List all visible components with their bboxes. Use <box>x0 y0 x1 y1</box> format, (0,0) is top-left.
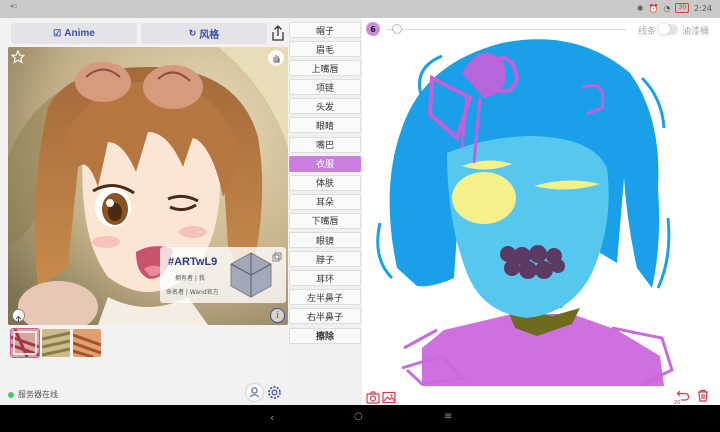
history-thumbnail[interactable] <box>73 329 101 357</box>
character-card: #ARTwL9 拥有者 | 我 命名者 | Wand官方 <box>160 247 286 303</box>
share-icon[interactable] <box>270 24 286 42</box>
part-button[interactable]: 耳环 <box>289 270 361 287</box>
server-status: 服务器在线 <box>8 389 58 400</box>
status-bar: ⁴ᴳ ✱ ⏰ ◔ 30 2:24 <box>0 0 720 18</box>
star-icon[interactable] <box>11 50 25 64</box>
part-list: 帽子眉毛上嘴唇项链头发眼睛嘴巴衣服体肤耳朵下嘴唇眼镜脖子耳环左半鼻子右半鼻子擦除 <box>289 22 361 347</box>
card-owner: 拥有者 | 我 <box>175 275 205 282</box>
style-button[interactable]: ↻ 风格 <box>141 23 267 44</box>
part-button[interactable]: 眼睛 <box>289 117 361 134</box>
info-icon[interactable]: i <box>270 308 285 323</box>
part-button[interactable]: 上嘴唇 <box>289 60 361 77</box>
part-button[interactable]: 项链 <box>289 79 361 96</box>
clock: 2:24 <box>694 3 712 13</box>
upload-button[interactable] <box>12 309 25 322</box>
camera-icon[interactable] <box>366 391 380 404</box>
part-button[interactable]: 左半鼻子 <box>289 289 361 306</box>
checkbox-icon: ☑ <box>53 28 62 38</box>
recents-icon[interactable]: ≡ <box>444 411 452 422</box>
anime-button[interactable]: ☑ Anime <box>11 23 137 44</box>
user-icon <box>249 387 260 398</box>
part-button[interactable]: 耳朵 <box>289 193 361 210</box>
online-indicator-icon <box>8 391 14 398</box>
sketch-left-eye <box>452 172 516 224</box>
home-icon[interactable]: ○ <box>354 411 363 422</box>
part-button[interactable]: 衣服 <box>289 155 361 172</box>
user-button[interactable] <box>246 384 263 401</box>
bluetooth-icon: ✱ <box>636 3 644 13</box>
drawing-panel: 6 线条 油漆桶 20 <box>362 18 720 406</box>
wifi-icon: ◔ <box>663 3 671 13</box>
generated-portrait: #ARTwL9 拥有者 | 我 命名者 | Wand官方 i <box>8 47 288 325</box>
trash-icon[interactable] <box>696 389 710 402</box>
character-id: #ARTwL9 <box>168 256 218 268</box>
signal-indicator: ⁴ᴳ <box>10 3 18 12</box>
part-button[interactable]: 头发 <box>289 98 361 115</box>
card-namer: 命名者 | Wand官方 <box>166 289 219 296</box>
left-panel: ☑ Anime ↻ 风格 #ARTwL9 拥有者 | 我 命名者 | Wand官… <box>0 18 290 405</box>
server-status-label: 服务器在线 <box>18 390 58 399</box>
history-thumbnail[interactable] <box>10 328 40 358</box>
history-thumbnail[interactable] <box>42 329 70 357</box>
image-icon[interactable] <box>382 391 396 404</box>
back-icon[interactable]: ‹ <box>270 411 274 424</box>
rotate-icon: ↻ <box>188 28 197 38</box>
cube-logo-icon <box>230 252 272 298</box>
gear-icon[interactable] <box>266 384 283 401</box>
part-button[interactable]: 右半鼻子 <box>289 308 361 325</box>
part-button[interactable]: 擦除 <box>289 327 361 344</box>
anime-button-label: Anime <box>64 28 95 39</box>
part-button[interactable]: 脖子 <box>289 251 361 268</box>
status-icons: ✱ ⏰ ◔ 30 2:24 <box>637 3 712 13</box>
part-button[interactable]: 嘴巴 <box>289 136 361 153</box>
part-button[interactable]: 体肤 <box>289 174 361 191</box>
part-button[interactable]: 眉毛 <box>289 41 361 58</box>
hand-icon[interactable] <box>268 50 284 66</box>
system-nav-bar: ‹ ○ ≡ <box>0 405 720 432</box>
style-button-label: 风格 <box>199 30 220 41</box>
history-thumbnails <box>10 328 101 358</box>
part-button[interactable]: 帽子 <box>289 22 361 38</box>
part-button[interactable]: 眼镜 <box>289 232 361 249</box>
battery-icon: 30 <box>675 3 690 13</box>
alarm-icon: ⏰ <box>648 3 659 13</box>
sketch-canvas[interactable] <box>362 18 720 405</box>
part-button[interactable]: 下嘴唇 <box>289 212 361 229</box>
